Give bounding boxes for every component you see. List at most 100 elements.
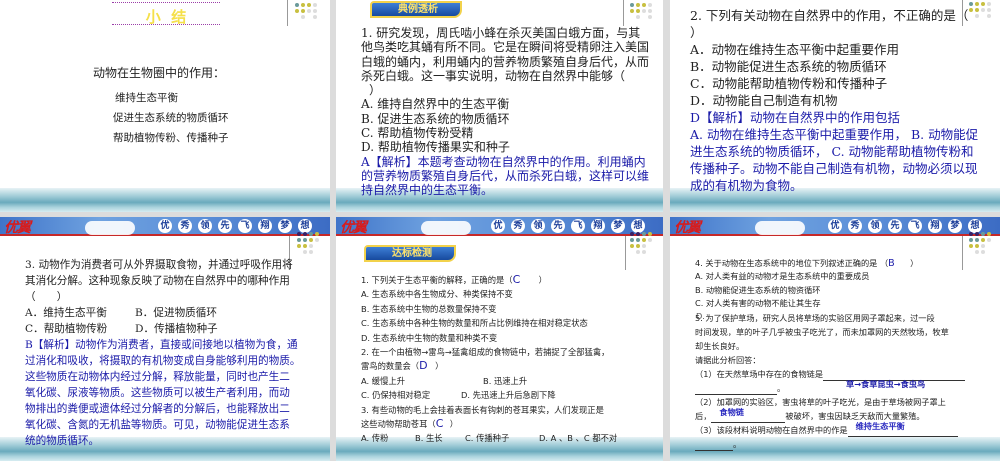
question-line: 他鸟类吃其蛹有所不同。它是在瞬间将受精卵注入美国 [361,40,650,55]
motto-char: 先 [218,219,232,233]
question-line: 5. 为了保护草场，研究人员将草场的实验区用网子罩起来，过一段 [695,313,935,323]
question-line: （3）该段材料说明动物在自然界中的作是 维持生态平衡 [695,421,965,437]
divider [625,236,626,270]
section-badge: 达标检测 [364,245,456,262]
question-stem: 4. 关于动物在生态系统中的地位下列叙述正确的是 （ [695,258,889,268]
question-line: 。草→食草昆虫→食虫鸟 [695,379,965,395]
dots-decoration-icon [630,3,652,19]
option: B. 动物能促进生态系统的物资循环 [695,284,821,295]
divider [623,0,624,26]
motto-char: 秀 [848,219,862,233]
analysis-line: 氧化碳、含氮的无机盐等物质。可见，动物能促进生态系 [25,419,290,431]
motto-char: 先 [551,219,565,233]
answer: B [888,258,895,269]
question-stem: 雷鸟的数量会（ [361,361,420,372]
option: A. 传粉 [361,433,389,444]
option: D. 先迅速上升后急剧下降 [461,390,556,401]
motto: 优秀领先飞翔梦想 [158,219,312,233]
question-line: 其消化分解。这种现象反映了动物在自然界中的哪种作用 [25,275,290,287]
option-row: A. 缓慢上升 B. 迅速上升 [361,374,617,388]
option: C. 生态系统中各种生物的数量和所占比例维持在相对稳定状态 [361,318,588,329]
option: B．促进物质循环 [135,307,217,319]
dots-decoration-icon [969,232,991,254]
analysis-line: 传播种子。动物不能自己制造有机物，动物必须以现 [690,161,978,176]
motto-char: 秀 [511,219,525,233]
answer: D [419,359,428,373]
cloud-icon [85,221,135,235]
cloud-icon [421,221,471,235]
option: B. 生态系统中生物的总数量保持不变 [361,303,497,314]
summary-item: 促进生态系统的物质循环 [113,112,229,124]
question-line: 这些动物帮助苍耳（C ） [361,417,617,431]
motto-char: 翔 [591,219,605,233]
question-text: 2. 下列有关动物在自然界中的作用，不正确的是（ ） A．动物在维持生态平衡中起… [690,7,978,194]
sea-footer [0,188,330,212]
question-text: 4. 关于动物在生态系统中的地位下列叙述正确的是 （B ） A. 对人类有益的动物… [695,257,918,311]
question-line: 杀死白蛾。这一事实说明，动物在自然界中能够（ [361,68,626,83]
question-line: ） [369,83,382,98]
analysis-line: 持自然界中的生态平衡。 [361,183,494,198]
motto-char: 先 [888,219,902,233]
motto-char: 领 [868,219,882,233]
question-line: 请据此分析回答： [695,355,761,365]
divider [962,236,963,270]
divider [287,0,288,26]
slide-test-2[interactable]: 优翼 优秀领先飞翔梦想 4. 关于动物在生态系统中的地位下列叙述正确的是 （B ）… [670,217,1000,461]
blank-2[interactable]: 食物链 [711,407,786,423]
analysis-line: 氧化碳、尿液等物质。这些物质可以被生产者利用，而动 [25,387,290,399]
answer: C [512,273,521,286]
answer: 草→食草昆虫→食虫鸟 [846,379,926,389]
blank-3[interactable]: 维持生态平衡 [847,421,958,437]
answer: 食物链 [719,407,744,417]
motto-char: 梦 [611,219,625,233]
slide-example-3[interactable]: 优翼 优秀领先飞翔梦想 3. 动物作为消费者可从外界摄取食物，并通过呼吸作用将 … [0,217,330,461]
summary-heading: 动物在生物圈中的作用： [93,66,226,80]
motto-char: 秀 [178,219,192,233]
bracket: ） [435,361,444,372]
question-text: 3. 动物作为消费者可从外界摄取食物，并通过呼吸作用将 其消化分解。这种现象反映… [25,257,300,449]
summary-item: 帮助植物传粉、传播种子 [113,132,229,144]
option: C．帮助植物传粉 [25,323,108,335]
option: B. 促进生态系统的物质循环 [361,111,510,126]
analysis-line: 这些物质在动物体内经过分解，释放能量，同时也产生二 [25,371,290,383]
option: A．动物在维持生态平衡中起重要作用 [690,42,900,57]
slide-example-2[interactable]: 2. 下列有关动物在自然界中的作用，不正确的是（ ） A．动物在维持生态平衡中起… [670,0,1000,212]
motto-char: 梦 [278,219,292,233]
summary-item: 维持生态平衡 [115,92,178,104]
question-line: 2. 在一个由植物→雷鸟→猛禽组成的食物链中，若捕捉了全部猛禽， [361,347,610,358]
question-stem: 后， [695,411,712,421]
header-banner: 优翼 优秀领先飞翔梦想 [336,217,663,236]
option: A. 缓慢上升 [361,375,405,386]
question-line: 时间发现，草的叶子几乎被虫子吃光了，而未加罩网的天然牧场，牧草 [695,327,949,337]
question-line: 4. 关于动物在生态系统中的地位下列叙述正确的是 （B ） [695,257,918,270]
answer: C [435,417,444,431]
title-divider-top [112,2,220,3]
option: D．传播植物种子 [135,323,218,335]
slide-example-1[interactable]: 典例透析 1. 研究发现，周氏啮小蜂在杀灭美国白蛾方面，与其 他鸟类吃其蛹有所不… [336,0,663,212]
answer: 维持生态平衡 [855,421,905,431]
motto-char: 翔 [258,219,272,233]
option: B. 迅速上升 [483,375,528,386]
question-line: 3. 有些动物的毛上会挂着表面长有钩刺的苍耳果实，人们发现正是 [361,404,604,415]
motto-char: 优 [828,219,842,233]
option: C. 对人类有害的动物不能让其生存 [695,298,821,309]
analysis-line: A【解析】本题考查动物在自然界中的作用。利用蛹内 [361,154,646,169]
section-badge: 典例透析 [370,1,462,18]
slide-test-1[interactable]: 优翼 优秀领先飞翔梦想 达标检测 1. 下列关于生态平衡的解释，正确的是（C） … [336,217,663,461]
motto-char: 飞 [571,219,585,233]
dots-decoration-icon [295,3,317,19]
question-stem: 1. 下列关于生态平衡的解释，正确的是（ [361,275,513,285]
blank-3-cont [695,440,733,451]
header-banner: 优翼 优秀领先飞翔梦想 [0,217,330,236]
question-line: 2. 下列有关动物在自然界中的作用，不正确的是（ [690,8,969,23]
brand-logo: 优翼 [674,220,701,236]
option: C. 仍保持相对稳定 [361,390,431,401]
cloud-icon [755,221,805,235]
analysis-line: D【解析】动物在自然界中的作用包括 [690,110,901,125]
motto: 优秀领先飞翔梦想 [828,219,982,233]
slide-summary[interactable]: 小 结 动物在生物圈中的作用： 维持生态平衡 促进生态系统的物质循环 帮助植物传… [0,0,330,212]
option: C. 传播种子 [465,433,510,444]
question-stem: （3）该段材料说明动物在自然界中的作是 [695,425,848,435]
question-line: 1. 下列关于生态平衡的解释，正确的是（C ） [361,273,617,287]
analysis-line: 的营养物质繁殖自身后代，从而杀死白蛾，这样可以维 [361,168,650,183]
